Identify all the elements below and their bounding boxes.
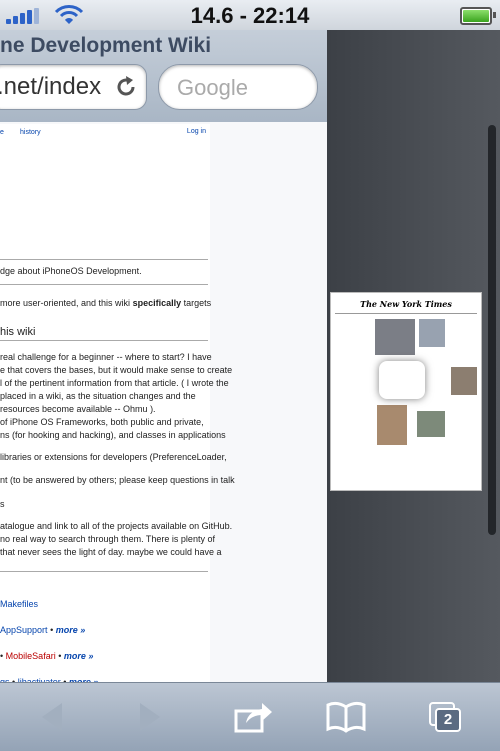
thumbnail-image xyxy=(451,367,477,395)
mobilesafari-link[interactable]: MobileSafari xyxy=(6,651,56,661)
tabs-count: 2 xyxy=(435,708,461,732)
scrollbar[interactable] xyxy=(488,125,496,535)
search-placeholder: Google xyxy=(177,75,248,100)
text-line: libraries or extensions for developers (… xyxy=(0,452,227,462)
text-line: no real way to search through them. Ther… xyxy=(0,534,215,544)
share-icon[interactable] xyxy=(232,695,276,739)
thumbnail-title: The New York Times xyxy=(360,299,452,309)
status-bar: 14.6 - 22:14 xyxy=(0,0,500,31)
more-link[interactable]: more » xyxy=(56,625,86,635)
browser-page-card[interactable]: ne Development Wiki .net/index Google e … xyxy=(0,30,327,682)
thumbnail-image xyxy=(377,405,407,445)
tabs-icon[interactable]: 2 xyxy=(424,695,468,739)
search-input[interactable]: Google xyxy=(158,64,318,110)
wiki-tabs: e history Log in xyxy=(0,124,210,138)
wiki-content: e history Log in dge about iPhoneOS Deve… xyxy=(0,124,235,682)
forward-arrow-icon[interactable] xyxy=(128,695,172,739)
reload-icon[interactable] xyxy=(114,75,138,99)
list-item: AppSupport • more » xyxy=(0,625,86,635)
text-line: ns (for hooking and hacking), and classe… xyxy=(0,430,226,440)
list-item: Makefiles xyxy=(0,598,38,611)
tab-history[interactable]: history xyxy=(20,126,41,139)
back-arrow-icon[interactable] xyxy=(30,695,74,739)
text-line: of iPhone OS Frameworks, both public and… xyxy=(0,417,204,427)
thumbnail-image xyxy=(417,411,445,437)
text-line: s xyxy=(0,499,5,509)
text-line: dge about iPhoneOS Development. xyxy=(0,266,142,276)
tab-edit[interactable]: e xyxy=(0,126,4,139)
text-line: nt (to be answered by others; please kee… xyxy=(0,475,235,485)
address-bar-area: ne Development Wiki .net/index Google xyxy=(0,30,327,122)
text-line: placed in a wiki, as the situation chang… xyxy=(0,391,196,401)
tab-thumbnail[interactable]: The New York Times xyxy=(330,292,482,491)
text-line: more user-oriented, and this wiki specif… xyxy=(0,298,212,308)
more-link[interactable]: more » xyxy=(64,651,94,661)
url-text: .net/index xyxy=(0,73,102,100)
thumbnail-popup xyxy=(379,361,425,399)
bottom-toolbar: 2 xyxy=(0,682,500,751)
makefiles-link[interactable]: Makefiles xyxy=(0,599,38,609)
page-title: ne Development Wiki xyxy=(0,34,212,57)
text-line: l of the pertinent information from that… xyxy=(0,378,229,388)
battery-icon xyxy=(460,7,496,25)
text-line: atalogue and link to all of the projects… xyxy=(0,521,233,531)
text-line: e that covers the bases, but it would ma… xyxy=(0,365,233,375)
login-link[interactable]: Log in xyxy=(187,125,206,138)
status-time: 14.6 - 22:14 xyxy=(190,3,310,28)
thumbnail-image xyxy=(419,319,445,347)
text-line: resources become available -- Ohmu ). xyxy=(0,404,156,414)
bookmarks-icon[interactable] xyxy=(324,695,368,739)
url-field[interactable]: .net/index xyxy=(0,64,147,110)
section-heading: his wiki xyxy=(0,326,36,338)
thumbnail-image xyxy=(375,319,415,355)
list-item: • MobileSafari • more » xyxy=(0,651,94,661)
appsupport-link[interactable]: AppSupport xyxy=(0,625,48,635)
text-line: that never sees the light of day. maybe … xyxy=(0,547,222,557)
text-line: real challenge for a beginner -- where t… xyxy=(0,352,212,362)
